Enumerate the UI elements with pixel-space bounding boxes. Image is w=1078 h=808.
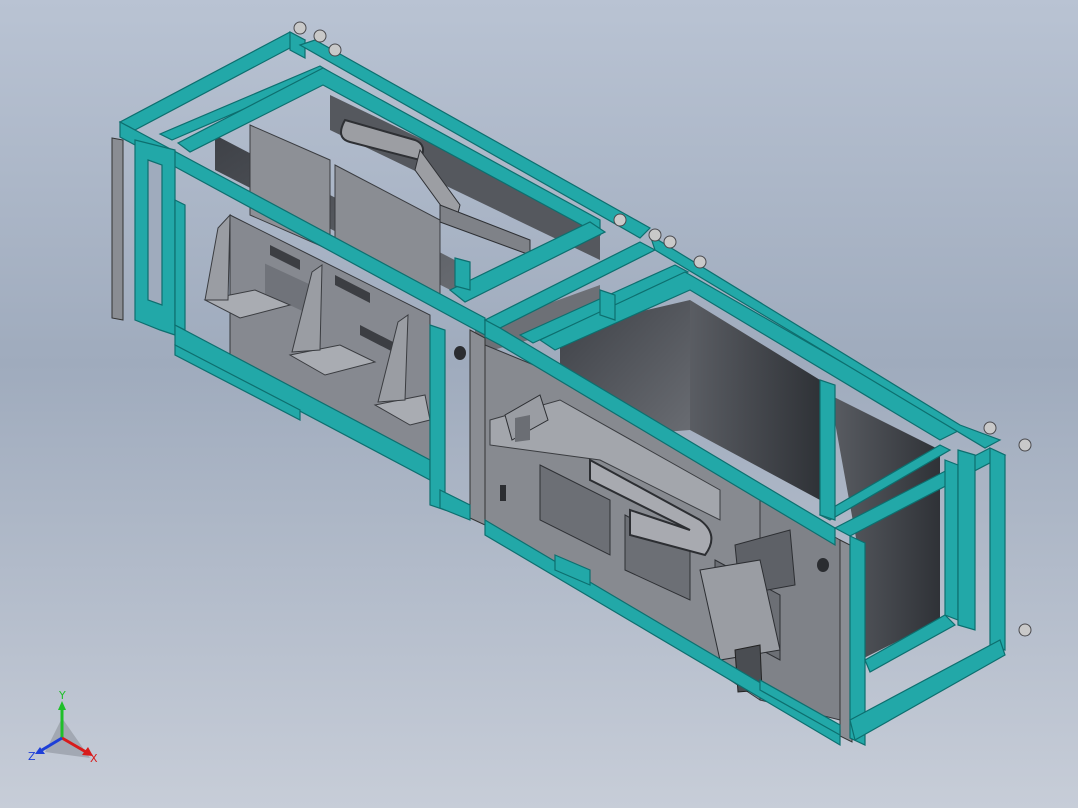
- cad-viewport[interactable]: Y X Z: [0, 0, 1078, 808]
- machine-frame-model[interactable]: [0, 0, 1078, 808]
- z-axis-label: Z: [28, 750, 36, 763]
- y-axis-arrow-icon: [58, 701, 66, 710]
- x-axis-label: X: [90, 752, 98, 765]
- orientation-triad[interactable]: Y X Z: [20, 690, 120, 780]
- y-axis-label: Y: [58, 690, 66, 702]
